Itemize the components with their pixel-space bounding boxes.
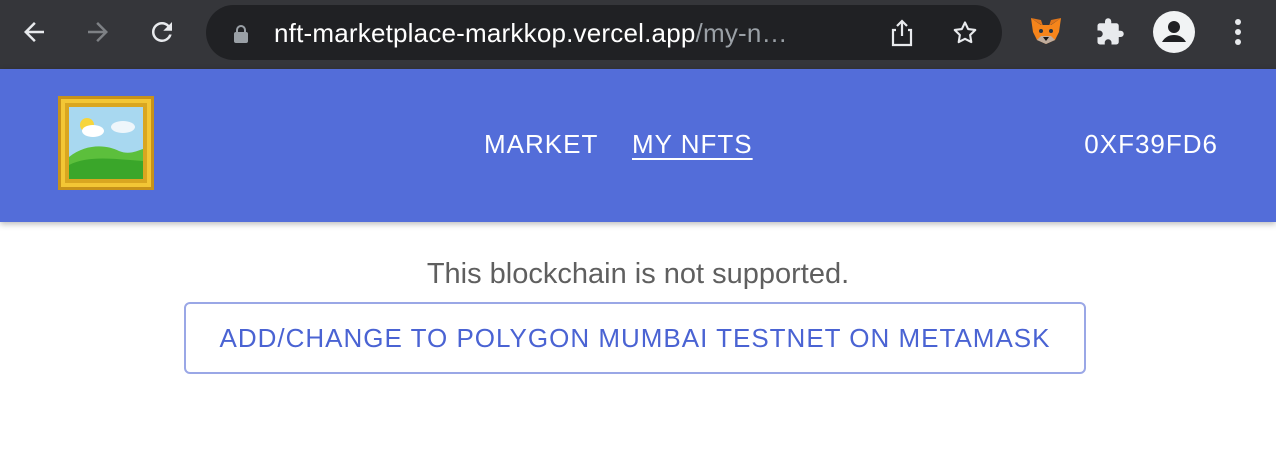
share-icon — [891, 19, 913, 47]
url-host: nft-marketplace-markkop.vercel.app — [274, 18, 696, 48]
address-bar[interactable]: nft-marketplace-markkop.vercel.app/my-n… — [206, 5, 1002, 60]
profile-button[interactable] — [1152, 10, 1196, 54]
puzzle-icon — [1097, 18, 1124, 45]
profile-icon — [1153, 11, 1195, 53]
reload-icon — [151, 21, 172, 42]
nav-market-link[interactable]: MARKET — [484, 129, 598, 160]
kebab-menu-icon — [1235, 19, 1241, 45]
star-icon — [953, 21, 977, 44]
nav-my-nfts-link[interactable]: MY NFTS — [632, 129, 753, 160]
reload-button[interactable] — [140, 10, 184, 54]
metamask-fox-icon — [1031, 18, 1061, 44]
app-header: MARKET MY NFTS 0XF39FD6 — [0, 69, 1276, 222]
bookmark-button[interactable] — [947, 15, 983, 51]
extensions-button[interactable] — [1088, 10, 1132, 54]
forward-button[interactable] — [76, 10, 120, 54]
account-address-button[interactable]: 0XF39FD6 — [1084, 129, 1218, 160]
browser-toolbar: nft-marketplace-markkop.vercel.app/my-n… — [0, 0, 1276, 69]
framed-picture-icon — [58, 96, 154, 190]
arrow-right-icon — [88, 22, 108, 42]
lock-icon — [234, 25, 248, 43]
url-path: /my-n… — [695, 18, 788, 48]
switch-network-button[interactable]: ADD/CHANGE TO POLYGON MUMBAI TESTNET ON … — [184, 302, 1086, 374]
share-button[interactable] — [884, 15, 920, 51]
unsupported-chain-message: This blockchain is not supported. — [426, 258, 850, 290]
metamask-extension-button[interactable] — [1024, 10, 1068, 54]
back-button[interactable] — [12, 10, 56, 54]
browser-menu-button[interactable] — [1216, 10, 1260, 54]
url-text: nft-marketplace-markkop.vercel.app/my-n… — [274, 17, 788, 49]
home-logo-link[interactable] — [57, 95, 155, 191]
arrow-left-icon — [24, 22, 44, 42]
